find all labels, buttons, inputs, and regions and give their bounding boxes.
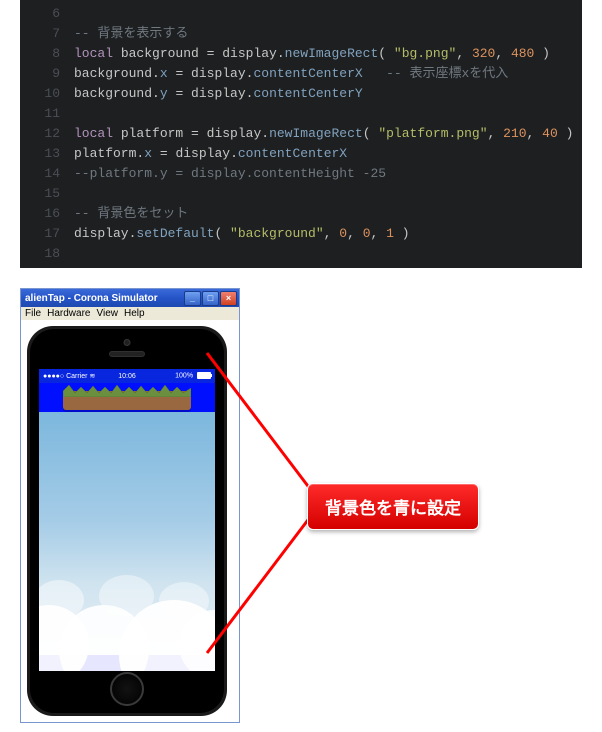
code-line[interactable]: 14--platform.y = display.contentHeight -… [20,164,582,184]
battery-icon [197,372,211,379]
phone-screen: ●●●●○ Carrier ≋ 10:06 100% [39,369,215,671]
code-line[interactable]: 17display.setDefault( "background", 0, 0… [20,224,582,244]
line-number: 7 [20,24,74,44]
menu-view[interactable]: View [96,308,118,319]
line-number: 15 [20,184,74,204]
window-client-area: ●●●●○ Carrier ≋ 10:06 100% [21,320,239,722]
code-line[interactable]: 12local platform = display.newImageRect(… [20,124,582,144]
code-content[interactable]: background.y = display.contentCenterY [74,84,363,104]
phone-statusbar: ●●●●○ Carrier ≋ 10:06 100% [39,369,215,383]
code-content[interactable]: -- 背景を表示する [74,24,188,44]
line-number: 12 [20,124,74,144]
code-line[interactable]: 10background.y = display.contentCenterY [20,84,582,104]
simulator-window: alienTap - Corona Simulator _ □ × File H… [20,288,240,723]
code-line[interactable]: 8local background = display.newImageRect… [20,44,582,64]
code-line[interactable]: 18 [20,244,582,264]
line-number: 13 [20,144,74,164]
home-button[interactable] [110,672,144,706]
phone-camera-icon [124,339,131,346]
annotation-callout: 背景色を青に設定 [307,483,479,530]
code-line[interactable]: 11 [20,104,582,124]
close-button[interactable]: × [220,291,237,306]
code-content[interactable]: --platform.y = display.contentHeight -25 [74,164,386,184]
code-line[interactable]: 16-- 背景色をセット [20,204,582,224]
background-sprite [39,412,215,655]
code-line[interactable]: 6 [20,4,582,24]
platform-sprite [63,385,191,410]
line-number: 6 [20,4,74,24]
line-number: 17 [20,224,74,244]
menu-help[interactable]: Help [124,308,145,319]
line-number: 10 [20,84,74,104]
line-number: 9 [20,64,74,84]
phone-device: ●●●●○ Carrier ≋ 10:06 100% [27,326,227,716]
window-menubar[interactable]: File Hardware View Help [21,307,239,320]
annotation-text: 背景色を青に設定 [325,499,461,518]
window-title: alienTap - Corona Simulator [25,293,183,304]
illustration-area: alienTap - Corona Simulator _ □ × File H… [0,288,602,732]
status-battery-percent: 100% [175,373,193,380]
code-line[interactable]: 13platform.x = display.contentCenterX [20,144,582,164]
code-editor[interactable]: 67-- 背景を表示する8local background = display.… [20,0,582,268]
window-titlebar[interactable]: alienTap - Corona Simulator _ □ × [21,289,239,307]
code-content[interactable]: local background = display.newImageRect(… [74,44,550,64]
line-number: 8 [20,44,74,64]
line-number: 11 [20,104,74,124]
line-number: 16 [20,204,74,224]
code-content[interactable]: display.setDefault( "background", 0, 0, … [74,224,410,244]
code-content[interactable]: background.x = display.contentCenterX --… [74,64,508,84]
code-content[interactable]: -- 背景色をセット [74,204,188,224]
maximize-button[interactable]: □ [202,291,219,306]
menu-hardware[interactable]: Hardware [47,308,90,319]
code-content[interactable]: platform.x = display.contentCenterX [74,144,347,164]
code-content[interactable]: local platform = display.newImageRect( "… [74,124,573,144]
line-number: 18 [20,244,74,264]
code-line[interactable]: 15 [20,184,582,204]
code-line[interactable]: 9background.x = display.contentCenterX -… [20,64,582,84]
code-line[interactable]: 7-- 背景を表示する [20,24,582,44]
menu-file[interactable]: File [25,308,41,319]
line-number: 14 [20,164,74,184]
wifi-icon: ≋ [89,373,95,380]
status-carrier: ●●●●○ Carrier [43,373,87,380]
phone-speaker-icon [109,351,145,357]
status-time: 10:06 [118,373,136,380]
minimize-button[interactable]: _ [184,291,201,306]
